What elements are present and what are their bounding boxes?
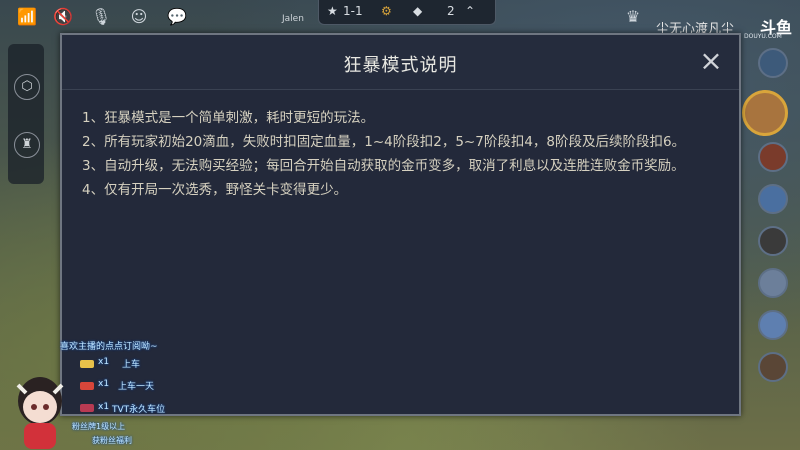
stage-label: 1-1 [343,4,363,18]
rule-line-2: 2、所有玩家初始20滴血，失败时扣固定血量，1~4阶段扣2，5~7阶段扣4，8阶… [82,134,686,150]
top-hud: 📶 🔇 🎙 ☺ 💬 Jalen ★ 1-1 ⚙ ◆ 2 ⌃ ♛ 尘无心渡凡尘 斗… [0,0,800,40]
gift-count: x1 [98,379,110,389]
mascot-avatar [16,377,64,449]
gift-label: 上车一天 [118,382,155,392]
player-avatar[interactable] [758,48,788,78]
mic-off-icon[interactable]: 🎙 [88,6,114,28]
gift-label: TVT永久车位 [112,405,166,415]
gift-icon [80,382,94,390]
level-label: 2 [447,4,455,18]
close-icon[interactable]: × [699,47,723,75]
wifi-icon: 📶 [17,7,37,26]
player-avatar-self[interactable] [742,90,788,136]
rule-line-1: 1、狂暴模式是一个简单刺激，耗时更短的玩法。 [82,110,375,126]
shirt-icon[interactable]: ♜ [14,132,40,158]
gear-icon[interactable]: ⚙ [381,4,392,18]
star-icon: ★ [327,4,338,18]
overlay-header: 喜欢主播的点点订阅呦~ [60,342,158,352]
dialog-header: 狂暴模式说明 × [62,35,739,90]
dialog-title: 狂暴模式说明 [343,55,458,76]
crown-icon: ♛ [625,7,641,26]
rule-line-3: 3、自动升级，无法购买经验；每回合开始自动获取的金币变多，取消了利息以及连胜连败… [82,158,685,174]
mute-icon[interactable]: 🔇 [50,6,76,28]
gift-icon [80,360,94,368]
overlay-footer: 粉丝牌1级以上 [72,422,126,431]
player-avatar[interactable] [758,268,788,298]
rule-line-4: 4、仅有开局一次选秀，野怪关卡变得更少。 [82,182,348,198]
player-avatar[interactable] [758,310,788,340]
brand-url: DOUYU.COM [744,33,782,40]
player-avatar[interactable] [758,142,788,172]
gift-count: x1 [98,357,110,367]
chat-icon[interactable]: 💬 [164,6,190,28]
player-avatar[interactable] [758,184,788,214]
gift-icon [80,404,94,412]
left-sidebar: ⬡ ♜ [8,44,44,184]
chevron-up-icon[interactable]: ⌃ [465,4,475,18]
overlay-footer: 获粉丝福利 [92,436,132,445]
dialog-body: 1、狂暴模式是一个简单刺激，耗时更短的玩法。 2、所有玩家初始20滴血，失败时扣… [82,107,722,203]
player-avatar[interactable] [758,226,788,256]
stage-panel: ★ 1-1 ⚙ ◆ 2 ⌃ [318,0,496,25]
hexagon-icon[interactable]: ⬡ [14,74,40,100]
streamer-overlay: 喜欢主播的点点订阅呦~ x1 上车 x1 上车一天 x1 TVT永久车位 粉丝牌… [0,333,200,450]
player-avatar[interactable] [758,352,788,382]
gift-count: x1 [98,402,110,412]
gift-label: 上车 [122,360,141,370]
emote-icon[interactable]: ☺ [126,6,152,28]
player-name: Jalen [282,14,304,24]
diamond-icon: ◆ [413,4,423,18]
